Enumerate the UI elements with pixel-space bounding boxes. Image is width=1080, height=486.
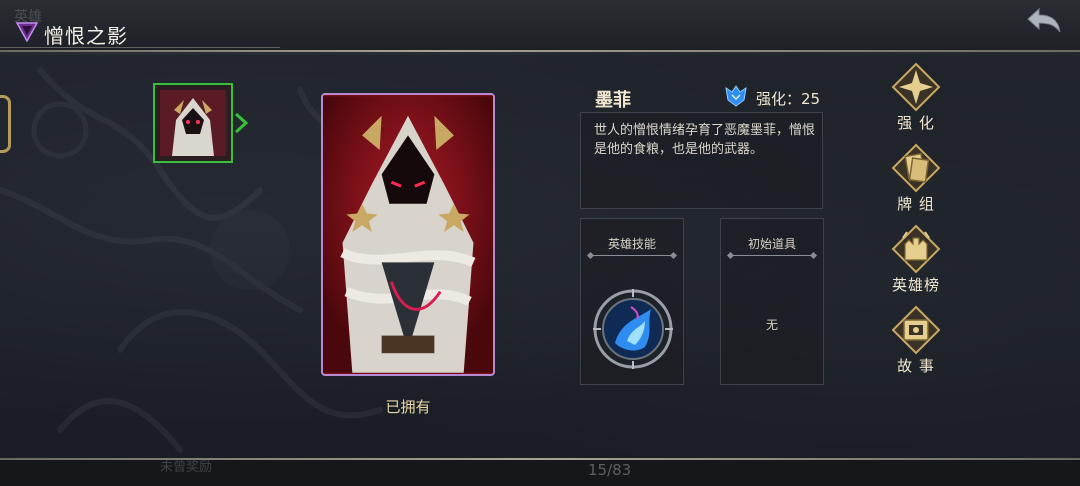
items-section-title: 初始道具 [747,237,796,251]
skill-section-title: 英雄技能 [607,237,656,251]
items-empty-text: 无 [765,318,778,332]
starting-items-box: 初始道具 无 [720,218,824,385]
menu-ranking-button[interactable]: 英雄榜 [886,224,946,296]
skill-orb-icon[interactable] [591,287,675,371]
description-box: 世人的憎恨情绪孕育了恶魔墨菲，憎恨是他的食粮，也是他的武器。 [580,112,823,209]
menu-label-deck: 牌 组 [897,195,935,213]
menu-label-enhance: 强 化 [897,114,935,132]
title-underline [0,47,280,48]
compass-star-icon [891,62,941,112]
menu-story-button[interactable]: 故 事 [886,305,946,377]
hero-description: 世人的憎恨情绪孕育了恶魔墨菲，憎恨是他的食粮，也是他的武器。 [594,123,816,157]
demon-emblem-icon [16,22,38,42]
menu-label-story: 故 事 [897,357,935,375]
hero-illustration [323,96,493,373]
menu-enhance-button[interactable]: 强 化 [886,62,946,134]
card-deck-icon [891,143,941,193]
previous-page-tab[interactable] [0,95,11,153]
hero-name: 墨菲 [595,90,631,111]
section-divider [591,255,673,256]
background-bottom-label: 未曾奖励 [160,460,213,475]
top-divider [0,50,1080,52]
menu-label-ranking: 英雄榜 [891,276,940,294]
enhance-level: 强化：25 [756,90,821,108]
back-arrow-icon[interactable] [1024,6,1064,36]
hero-card-art [321,93,495,376]
hero-portrait-icon [160,90,226,156]
hero-skill-box: 英雄技能 [580,218,684,385]
section-divider [731,255,813,256]
enhance-crest-icon [725,85,747,107]
castle-crest-icon [891,224,941,274]
selection-arrow-icon [234,112,248,134]
page-counter: 15/83 [588,461,632,479]
hero-thumbnail-selected[interactable] [153,83,233,163]
owned-status: 已拥有 [385,398,431,416]
page-title: 憎恨之影 [44,24,128,48]
top-bar [0,0,1080,52]
menu-deck-button[interactable]: 牌 组 [886,143,946,215]
scroll-book-icon [891,305,941,355]
